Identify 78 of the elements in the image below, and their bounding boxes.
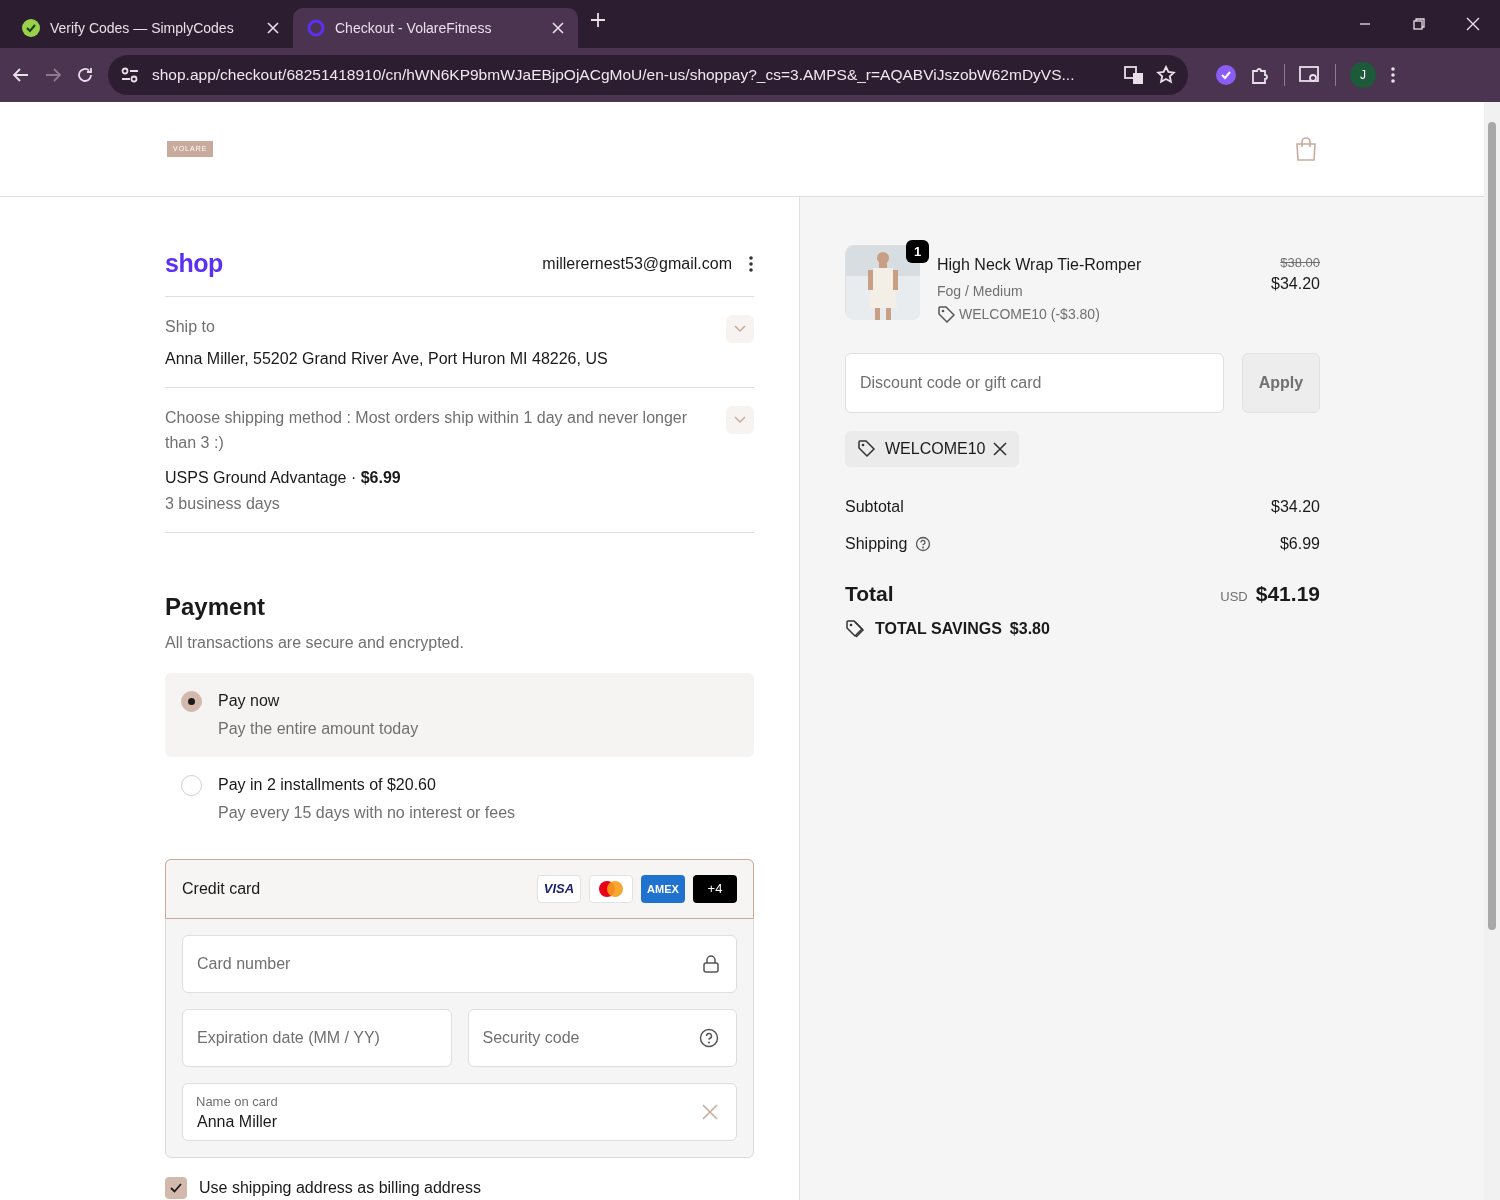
currency-code: USD [1220, 587, 1248, 606]
remove-icon[interactable] [993, 441, 1008, 456]
security-code-field[interactable]: Security code [467, 1009, 737, 1067]
savings-label: TOTAL SAVINGS [875, 619, 1002, 640]
browser-tab[interactable]: Checkout - VolareFitness [293, 8, 578, 48]
option-subtitle: Pay the entire amount today [218, 719, 419, 739]
check-icon [22, 19, 40, 37]
mastercard-logo [596, 879, 626, 899]
section-subtitle: All transactions are secure and encrypted. [165, 633, 465, 653]
summary-value: $6.99 [1279, 533, 1320, 554]
summary-value: $34.20 [1271, 496, 1320, 517]
option-title: Pay in 2 installments of $20.60 [218, 775, 437, 795]
section-label: Choose shipping method : Most orders ship within 1 day and never longer than 3 :) [165, 408, 689, 454]
site-settings-icon[interactable] [120, 66, 140, 84]
payment-option[interactable]: Pay now Pay the entire amount today [165, 673, 754, 757]
apply-button[interactable]: Apply [1242, 352, 1320, 413]
summary-label: Subtotal [845, 496, 904, 517]
close-icon[interactable] [552, 22, 564, 34]
discount-tag: WELCOME10 [845, 430, 1020, 467]
delivery-time: 3 business days [165, 494, 281, 514]
profile-avatar[interactable]: J [1350, 62, 1376, 88]
ring-logo-icon [307, 19, 325, 37]
product-variant: Fog / Medium [937, 281, 1024, 301]
translate-icon[interactable] [1124, 65, 1144, 85]
extension-badge-icon[interactable] [1216, 65, 1236, 85]
chevron-down-icon [734, 325, 746, 334]
expiration-field[interactable]: Expiration date (MM / YY) [182, 1009, 452, 1067]
checkbox-label[interactable]: Use shipping address as billing address [199, 1176, 481, 1200]
restore-icon[interactable] [1412, 17, 1426, 31]
star-icon[interactable] [1156, 65, 1176, 85]
close-icon[interactable] [1466, 17, 1480, 31]
tag-icon [937, 305, 955, 324]
more-brands-badge: +4 [693, 875, 737, 903]
shipping-address: Anna Miller, 55202 Grand River Ave, Port Huron MI 48226, US [165, 349, 609, 370]
section-heading: Payment [165, 592, 267, 622]
chevron-down-icon [734, 416, 746, 425]
more-options-icon[interactable] [748, 254, 754, 273]
field-label: Name on card [196, 1093, 278, 1111]
checkmark-icon [170, 1183, 182, 1193]
radio-button[interactable] [181, 775, 202, 796]
total-amount: $41.19 [1255, 580, 1320, 607]
help-icon[interactable] [699, 1028, 719, 1048]
tab-search-icon[interactable] [1299, 65, 1321, 85]
option-subtitle: Pay every 15 days with no interest or fees [218, 803, 516, 823]
product-name: High Neck Wrap Tie-Romper [937, 254, 1143, 275]
shipping-method: USPS Ground Advantage · $6.99 [165, 468, 402, 488]
summary-label: Shipping [845, 533, 908, 554]
menu-icon[interactable] [1390, 66, 1396, 84]
amex-logo: AMEX [641, 875, 685, 903]
close-icon[interactable] [267, 22, 279, 34]
account-email: millerernest53@gmail.com [542, 253, 732, 274]
reload-icon[interactable] [76, 66, 94, 84]
option-title: Pay now [218, 691, 281, 711]
lock-icon [703, 955, 719, 973]
discount-label: WELCOME10 (-$3.80) [959, 304, 1100, 324]
visa-logo: VISA [537, 875, 581, 903]
forward-arrow-icon[interactable] [44, 66, 62, 84]
tag-icon [857, 438, 877, 459]
shop-logo: shop [165, 247, 223, 279]
browser-tab[interactable]: Verify Codes — SimplyCodes [8, 8, 293, 48]
radio-button[interactable] [181, 691, 202, 712]
card-number-field[interactable]: Card number [182, 935, 737, 993]
payment-option[interactable]: Pay in 2 installments of $20.60 Pay every 15 days with no interest or fees [165, 757, 754, 841]
discount-field[interactable]: Discount code or gift card [845, 352, 1224, 413]
section-label: Ship to [165, 317, 215, 338]
back-arrow-icon[interactable] [12, 66, 30, 84]
total-label: Total [845, 580, 894, 607]
plus-icon[interactable] [591, 13, 605, 27]
tags-icon [845, 619, 867, 640]
scrollbar[interactable] [1484, 102, 1500, 1200]
checkbox[interactable] [165, 1177, 187, 1199]
original-price: $38.00 [1279, 253, 1320, 272]
payment-method-label: Credit card [182, 879, 261, 899]
product-price: $34.20 [1271, 274, 1320, 295]
puzzle-icon[interactable] [1250, 65, 1270, 85]
savings-amount: $3.80 [1009, 619, 1050, 640]
quantity-badge: 1 [906, 239, 929, 263]
help-icon[interactable] [915, 535, 932, 552]
